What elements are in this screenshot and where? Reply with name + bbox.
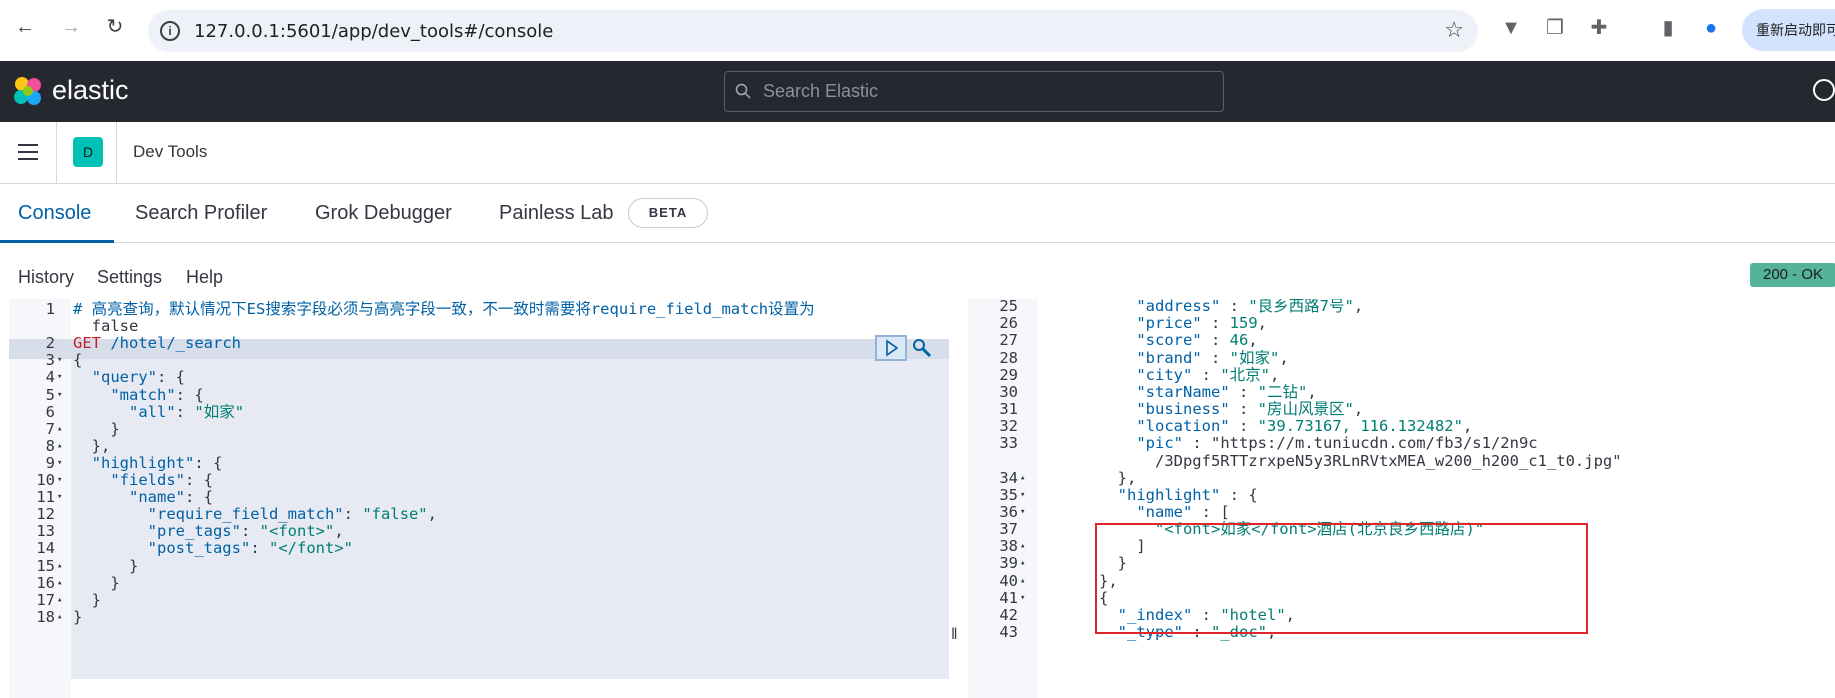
divider (56, 122, 57, 184)
request-editor[interactable]: 1 # 高亮查询，默认情况下ES搜索字段必须与高亮字段一致，不一致时需要将requ… (9, 299, 949, 698)
fold-toggle-icon[interactable]: ▴ (57, 607, 62, 627)
status-badge: 200 - OK (1750, 263, 1835, 287)
beta-badge: BETA (628, 198, 708, 228)
url-text[interactable]: 127.0.0.1:5601/app/dev_tools#/console (194, 21, 553, 42)
request-actions (875, 335, 935, 361)
tab-search-profiler[interactable]: Search Profiler (135, 202, 267, 225)
line-number: 18 (36, 607, 55, 626)
menu-icon[interactable] (18, 144, 38, 160)
divider (116, 122, 117, 184)
profile-avatar-icon[interactable]: ● (1700, 17, 1722, 39)
side-panel-icon[interactable]: ▮ (1657, 17, 1679, 39)
history-link[interactable]: History (18, 267, 74, 288)
search-input[interactable]: Search Elastic (724, 71, 1224, 112)
elastic-header: elastic Search Elastic (0, 61, 1835, 122)
search-placeholder: Search Elastic (763, 81, 879, 101)
app-subheader: D Dev Tools (0, 122, 1835, 184)
back-arrow-icon[interactable]: ← (12, 14, 38, 40)
response-editor[interactable]: 24 "name" : "如家酒店(北京良乡西路店)",25 "address"… (968, 299, 1835, 698)
dev-tools-tabs: Console Search Profiler Grok Debugger Pa… (0, 185, 1835, 243)
tab-painless-lab[interactable]: Painless Lab (499, 202, 614, 225)
extension-v-icon[interactable]: ▼ (1500, 17, 1522, 39)
site-info-icon[interactable]: i (160, 21, 180, 41)
line-number: 43 (999, 623, 1018, 641)
tab-console[interactable]: Console (18, 202, 91, 225)
tab-grok-debugger[interactable]: Grok Debugger (315, 202, 452, 225)
help-link[interactable]: Help (186, 267, 223, 288)
elastic-logo-icon[interactable] (12, 75, 44, 107)
address-bar[interactable]: i 127.0.0.1:5601/app/dev_tools#/console … (148, 10, 1478, 52)
space-avatar[interactable]: D (73, 137, 103, 167)
breadcrumb-dev-tools: Dev Tools (133, 142, 208, 161)
send-request-button[interactable] (875, 335, 907, 361)
annotation-box (1095, 523, 1588, 634)
pane-resizer[interactable]: ‖ (951, 626, 958, 644)
elastic-logo-text[interactable]: elastic (52, 75, 129, 106)
browser-toolbar: ← → ↻ i 127.0.0.1:5601/app/dev_tools#/co… (0, 0, 1835, 61)
extensions-puzzle-icon[interactable]: ✚ (1588, 17, 1610, 39)
wrench-icon[interactable] (911, 337, 933, 359)
reload-icon[interactable]: ↻ (102, 14, 128, 40)
search-icon (735, 83, 751, 99)
settings-link[interactable]: Settings (97, 267, 162, 288)
bookmark-star-icon[interactable]: ☆ (1444, 17, 1464, 43)
code-text: } (73, 607, 83, 626)
console-toolbar: History Settings Help 200 - OK (0, 243, 1835, 301)
extension-copy-icon[interactable]: ❐ (1544, 17, 1566, 39)
help-icon[interactable] (1813, 79, 1835, 101)
restart-button[interactable]: 重新启动即可 (1742, 9, 1835, 51)
forward-arrow-icon[interactable]: → (58, 14, 84, 40)
code-line[interactable]: 18 ▴} (9, 607, 949, 627)
play-icon (886, 339, 899, 357)
